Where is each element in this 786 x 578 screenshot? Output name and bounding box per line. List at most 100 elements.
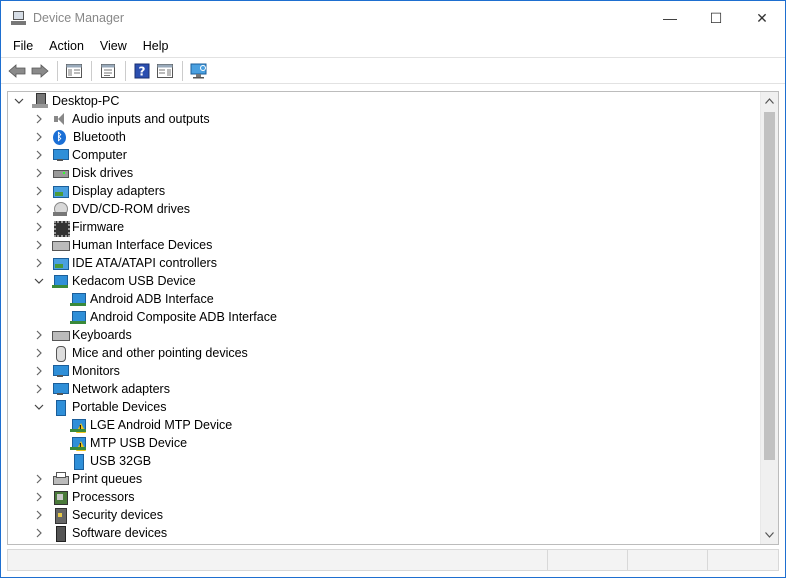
- close-button[interactable]: ✕: [739, 1, 785, 35]
- show-hide-console-tree-button[interactable]: [63, 60, 85, 82]
- back-button[interactable]: [6, 60, 28, 82]
- tree-device[interactable]: Android ADB Interface: [8, 290, 760, 308]
- usb-device-icon: [70, 309, 86, 325]
- expand-chevron-icon[interactable]: [32, 148, 46, 162]
- tree-device-label: Android Composite ADB Interface: [90, 310, 277, 324]
- tree-category-label: Bluetooth: [73, 130, 126, 144]
- menu-bar: File Action View Help: [1, 35, 785, 56]
- device-tree-panel[interactable]: Desktop-PC Audio inputs and outputs ᛒ Blue…: [7, 91, 779, 545]
- toolbar-separator: [182, 60, 183, 81]
- properties-button[interactable]: [97, 60, 119, 82]
- menu-view[interactable]: View: [92, 39, 135, 53]
- tree-category[interactable]: Display adapters: [8, 182, 760, 200]
- minimize-button[interactable]: —: [647, 1, 693, 35]
- menu-help[interactable]: Help: [135, 39, 177, 53]
- tree-category[interactable]: Print queues: [8, 470, 760, 488]
- expand-chevron-icon[interactable]: [32, 508, 46, 522]
- help-button[interactable]: ?: [131, 60, 153, 82]
- action-pane-icon: [157, 63, 173, 78]
- tree-category-label: Software devices: [72, 526, 168, 540]
- expand-chevron-icon[interactable]: [32, 238, 46, 252]
- properties-icon: [101, 63, 115, 78]
- expand-chevron-icon[interactable]: [32, 364, 46, 378]
- scroll-down-button[interactable]: [761, 526, 778, 543]
- scroll-up-button[interactable]: [761, 92, 778, 109]
- collapse-chevron-icon[interactable]: [32, 274, 46, 288]
- menu-file[interactable]: File: [5, 39, 41, 53]
- tree-category[interactable]: Keyboards: [8, 326, 760, 344]
- back-arrow-icon: [8, 63, 26, 78]
- tree-category[interactable]: DVD/CD-ROM drives: [8, 200, 760, 218]
- tree-category[interactable]: Monitors: [8, 362, 760, 380]
- tree-category[interactable]: Portable Devices: [8, 398, 760, 416]
- tree-device[interactable]: MTP USB Device: [8, 434, 760, 452]
- status-cell: [8, 550, 548, 570]
- tree-category-label: Computer: [72, 148, 127, 162]
- title-bar[interactable]: Device Manager — ☐ ✕: [1, 1, 785, 35]
- tree-category[interactable]: Computer: [8, 146, 760, 164]
- tree-category[interactable]: Processors: [8, 488, 760, 506]
- scroll-up-icon: [765, 97, 774, 104]
- expand-chevron-icon[interactable]: [32, 112, 46, 126]
- tree-category[interactable]: IDE ATA/ATAPI controllers: [8, 254, 760, 272]
- tree-category[interactable]: Kedacom USB Device: [8, 272, 760, 290]
- window-title: Device Manager: [33, 11, 125, 25]
- tree-category[interactable]: Software devices: [8, 524, 760, 542]
- firmware-icon: [52, 219, 70, 237]
- tree-category-label: Human Interface Devices: [72, 238, 213, 252]
- expand-chevron-icon[interactable]: [32, 382, 46, 396]
- tree-category-label: Print queues: [72, 472, 143, 486]
- portable-device-icon: [70, 453, 86, 470]
- hid-icon: [52, 237, 70, 253]
- tree-category[interactable]: Mice and other pointing devices: [8, 344, 760, 362]
- tree-device-label: USB 32GB: [90, 454, 152, 468]
- help-icon: ?: [134, 63, 150, 78]
- usb-device-icon: [70, 291, 86, 307]
- action-pane-button[interactable]: [154, 60, 176, 82]
- scan-hardware-button[interactable]: [188, 60, 210, 82]
- show-hide-console-tree-icon: [66, 63, 82, 78]
- expand-chevron-icon[interactable]: [32, 184, 46, 198]
- tree-root[interactable]: Desktop-PC: [8, 92, 760, 110]
- scroll-down-icon: [765, 531, 774, 538]
- collapse-chevron-icon[interactable]: [32, 400, 46, 414]
- tree-category[interactable]: Human Interface Devices: [8, 236, 760, 254]
- expand-chevron-icon[interactable]: [32, 256, 46, 270]
- device-manager-window: Device Manager — ☐ ✕ File Action View He…: [0, 0, 786, 578]
- vertical-scrollbar[interactable]: [760, 92, 778, 544]
- expand-chevron-icon[interactable]: [32, 472, 46, 486]
- tree-category[interactable]: Disk drives: [8, 164, 760, 182]
- expand-chevron-icon[interactable]: [32, 346, 46, 360]
- maximize-button[interactable]: ☐: [693, 1, 739, 35]
- expand-chevron-icon[interactable]: [32, 130, 46, 144]
- status-bar: [7, 549, 779, 571]
- expand-chevron-icon[interactable]: [32, 166, 46, 180]
- tree-category[interactable]: Audio inputs and outputs: [8, 110, 760, 128]
- forward-button[interactable]: [29, 60, 51, 82]
- scrollbar-thumb[interactable]: [764, 112, 775, 460]
- tree-category-label: Audio inputs and outputs: [72, 112, 210, 126]
- tree-device[interactable]: USB 32GB: [8, 452, 760, 470]
- warning-icon: [76, 441, 86, 451]
- tree-category-label: Portable Devices: [72, 400, 167, 414]
- tree-device[interactable]: Android Composite ADB Interface: [8, 308, 760, 326]
- tree-device[interactable]: LGE Android MTP Device: [8, 416, 760, 434]
- processor-icon: [52, 489, 68, 505]
- tree-category[interactable]: ᛒ Bluetooth: [8, 128, 760, 146]
- tree-category[interactable]: Network adapters: [8, 380, 760, 398]
- network-adapter-icon: [52, 381, 69, 397]
- expand-chevron-icon[interactable]: [32, 202, 46, 216]
- monitor-icon: [52, 363, 69, 379]
- expand-chevron-icon[interactable]: [32, 328, 46, 342]
- disk-drive-icon: [52, 165, 69, 181]
- tree-category-label: Mice and other pointing devices: [72, 346, 248, 360]
- expand-chevron-icon[interactable]: [32, 526, 46, 540]
- collapse-chevron-icon[interactable]: [12, 94, 26, 108]
- expand-chevron-icon[interactable]: [32, 220, 46, 234]
- menu-action[interactable]: Action: [41, 39, 92, 53]
- tree-category[interactable]: Security devices: [8, 506, 760, 524]
- warning-device-icon: [70, 435, 86, 451]
- tree-category[interactable]: Firmware: [8, 218, 760, 237]
- device-tree: Desktop-PC Audio inputs and outputs ᛒ Blue…: [8, 92, 760, 542]
- expand-chevron-icon[interactable]: [32, 490, 46, 504]
